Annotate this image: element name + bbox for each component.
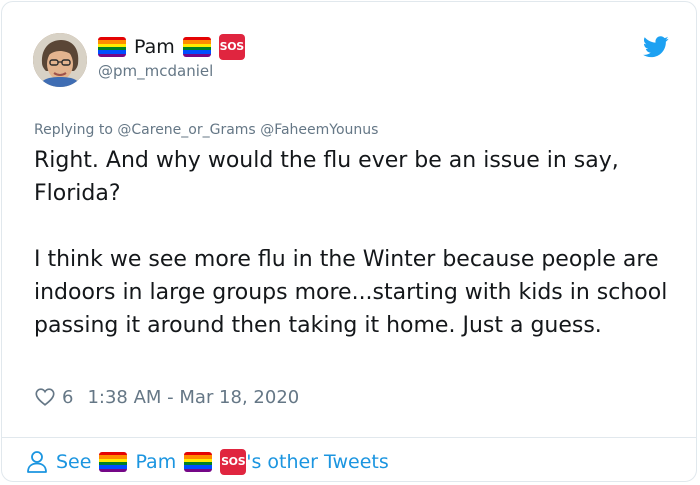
see-other-tweets-link[interactable]: See Pam SOS 's other Tweets [26,448,389,476]
mention-link[interactable]: @FaheemYounus [260,122,378,138]
rainbow-flag-icon [98,37,126,57]
author-handle[interactable]: @pm_mcdaniel [98,62,213,80]
replying-to: Replying to @Carene_or_Grams @FaheemYoun… [34,122,378,138]
timestamp[interactable]: 1:38 AM - Mar 18, 2020 [87,387,299,408]
author-name-row[interactable]: Pam SOS [98,34,245,60]
tweet-meta: 6 1:38 AM - Mar 18, 2020 [34,386,299,408]
sos-badge-icon: SOS [220,449,247,475]
person-icon [27,451,47,473]
mention-link[interactable]: @Carene_or_Grams [117,122,255,138]
sos-badge-icon: SOS [218,34,245,60]
replying-prefix: Replying to [34,122,113,138]
heart-icon[interactable] [34,386,56,408]
footer-suffix: 's other Tweets [246,451,389,473]
tweet-text: Right. And why would the flu ever be an … [34,148,668,338]
tweet-card: Pam SOS @pm_mcdaniel Replying to @Carene… [1,1,697,482]
rainbow-flag-icon [182,37,211,57]
author-name[interactable]: Pam [134,36,175,58]
divider [2,437,696,438]
like-count[interactable]: 6 [62,387,73,408]
rainbow-flag-icon [99,452,128,472]
rainbow-flag-icon [184,452,213,472]
see-label: See [56,451,92,473]
twitter-bird-icon[interactable] [643,36,669,58]
footer-author-name: Pam [135,451,177,473]
avatar[interactable] [33,33,87,87]
